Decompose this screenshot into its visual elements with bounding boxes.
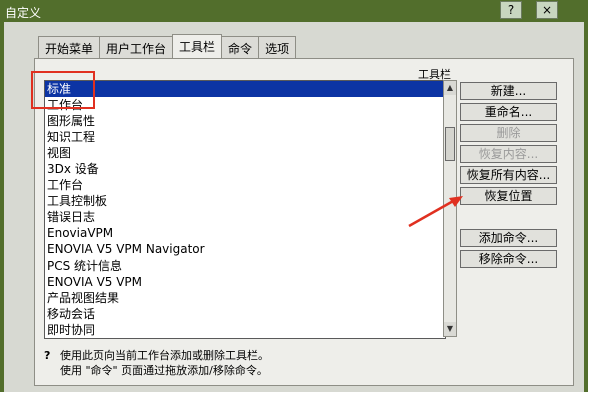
restore-position-button[interactable]: 恢复位置 bbox=[460, 187, 557, 205]
tab-commands[interactable]: 命令 bbox=[221, 36, 260, 58]
scroll-up-icon[interactable]: ▲ bbox=[444, 81, 456, 95]
restore-all-contents-button[interactable]: 恢复所有内容... bbox=[460, 166, 557, 184]
delete-toolbar-button[interactable]: 删除 bbox=[460, 124, 557, 142]
list-item[interactable]: ENOVIA V5 VPM bbox=[45, 274, 445, 290]
list-item[interactable]: 工作台 bbox=[45, 177, 445, 193]
list-item[interactable]: 视图 bbox=[45, 145, 445, 161]
help-text: ? 使用此页向当前工作台添加或删除工具栏。 使用 "命令" 页面通过拖放添加/移… bbox=[44, 348, 556, 380]
annotation-arrow-icon bbox=[408, 196, 463, 228]
customize-dialog: 自定义 ? × 开始菜单 用户工作台 工具栏 命令 选项 工具栏 标准 工作台 … bbox=[0, 0, 588, 392]
add-commands-button[interactable]: 添加命令... bbox=[460, 229, 557, 247]
list-item[interactable]: EnoviaVPM bbox=[45, 225, 445, 241]
restore-contents-button[interactable]: 恢复内容... bbox=[460, 145, 557, 163]
scroll-thumb[interactable] bbox=[445, 127, 455, 161]
close-button[interactable]: × bbox=[536, 1, 558, 19]
list-item[interactable]: 移动会话 bbox=[45, 306, 445, 322]
list-item[interactable]: ENOVIA V5 VPM Navigator bbox=[45, 241, 445, 257]
tab-user-workbench[interactable]: 用户工作台 bbox=[99, 36, 174, 58]
toolbar-list[interactable]: 标准 工作台 图形属性 知识工程 视图 3Dx 设备 工作台 工具控制板 错误日… bbox=[44, 80, 446, 339]
new-toolbar-button[interactable]: 新建... bbox=[460, 82, 557, 100]
window-frame-left bbox=[0, 22, 4, 392]
tab-options[interactable]: 选项 bbox=[258, 36, 297, 58]
list-item[interactable]: 3Dx 设备 bbox=[45, 161, 445, 177]
list-item[interactable]: PCS 统计信息 bbox=[45, 258, 445, 274]
list-item[interactable]: 图形属性 bbox=[45, 113, 445, 129]
window-frame-right bbox=[584, 22, 588, 392]
list-item[interactable]: 工作台 bbox=[45, 97, 445, 113]
help-line-1: 使用此页向当前工作台添加或删除工具栏。 bbox=[60, 349, 269, 362]
list-item[interactable]: 产品视图结果 bbox=[45, 290, 445, 306]
title-bar: 自定义 ? × bbox=[0, 0, 588, 22]
tab-bar: 开始菜单 用户工作台 工具栏 命令 选项 bbox=[38, 34, 297, 58]
list-item[interactable]: 知识工程 bbox=[45, 129, 445, 145]
list-item[interactable]: 工具控制板 bbox=[45, 193, 445, 209]
list-item-selected[interactable]: 标准 bbox=[45, 81, 445, 98]
tab-toolbars[interactable]: 工具栏 bbox=[172, 34, 223, 58]
list-item[interactable]: 错误日志 bbox=[45, 209, 445, 225]
help-line-2: 使用 "命令" 页面通过拖放添加/移除命令。 bbox=[60, 364, 268, 377]
scroll-down-icon[interactable]: ▼ bbox=[444, 322, 456, 336]
tab-start-menu[interactable]: 开始菜单 bbox=[38, 36, 101, 58]
help-button[interactable]: ? bbox=[500, 1, 522, 19]
remove-commands-button[interactable]: 移除命令... bbox=[460, 250, 557, 268]
highlight-annotation-box bbox=[31, 71, 95, 109]
list-item[interactable]: 即时协同 bbox=[45, 322, 445, 338]
rename-toolbar-button[interactable]: 重命名... bbox=[460, 103, 557, 121]
help-question-icon: ? bbox=[44, 349, 51, 362]
window-title: 自定义 bbox=[5, 6, 42, 20]
